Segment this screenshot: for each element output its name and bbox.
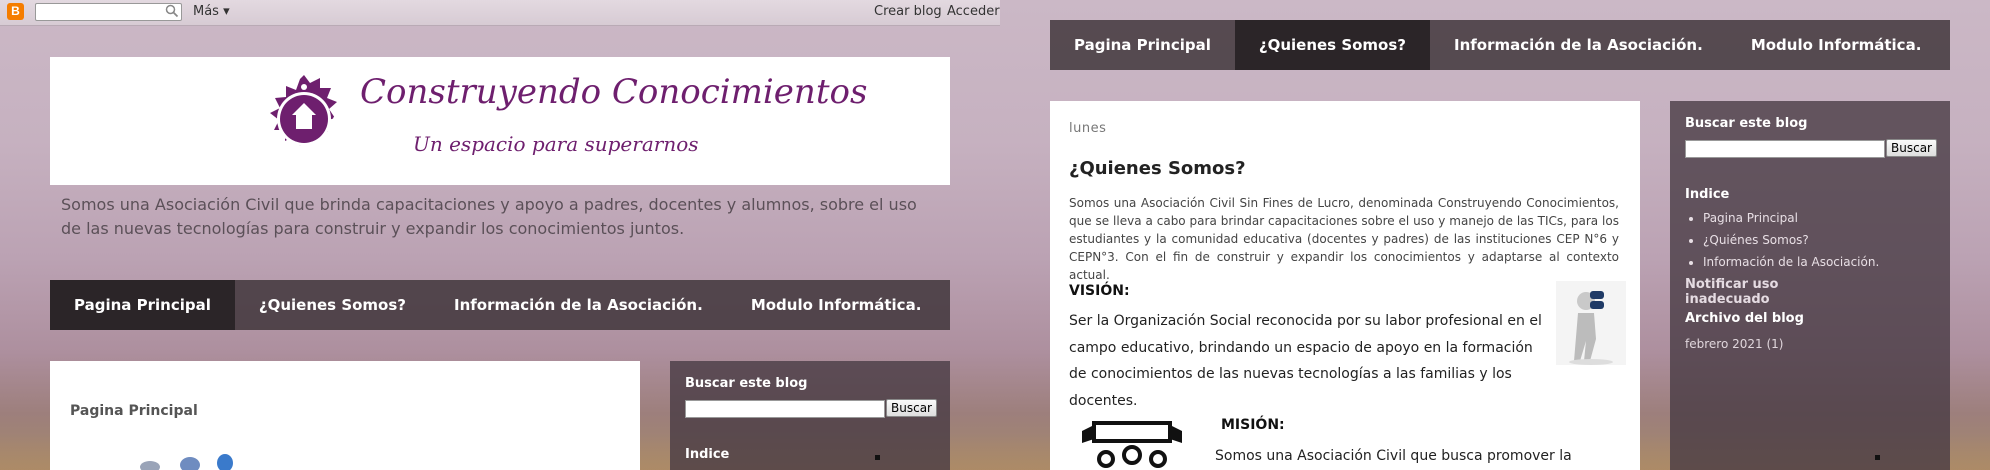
- index-item-informacion[interactable]: Información de la Asociación.: [1703, 251, 1879, 273]
- search-widget-title: Buscar este blog: [1685, 116, 1808, 131]
- search-icon[interactable]: [165, 4, 179, 18]
- blog-header-banner[interactable]: Construyendo Conocimientos Un espacio pa…: [50, 57, 950, 185]
- post-title[interactable]: ¿Quienes Somos?: [1069, 158, 1246, 179]
- vision-text: Ser la Organización Social reconocida po…: [1069, 313, 1542, 409]
- widget-edit-icon[interactable]: [875, 455, 880, 460]
- archive-item[interactable]: febrero 2021 (1): [1685, 337, 1783, 351]
- mission-heading: MISIÓN:: [1221, 417, 1285, 433]
- tab-quienes-somos[interactable]: ¿Quienes Somos?: [1234, 20, 1430, 70]
- vision-heading: VISIÓN:: [1069, 283, 1130, 299]
- blog-description: Somos una Asociación Civil que brinda ca…: [61, 195, 917, 238]
- tab-quienes-somos[interactable]: ¿Quienes Somos?: [235, 280, 430, 330]
- mission-text: Somos una Asociación Civil que busca pro…: [1215, 448, 1572, 464]
- binoculars-figure-image: [1556, 281, 1626, 365]
- tab-informacion-asociacion[interactable]: Información de la Asociación.: [1430, 20, 1727, 70]
- index-list: Pagina Principal ¿Quiénes Somos? Informa…: [1687, 207, 1879, 273]
- report-abuse-title[interactable]: Notificar uso inadecuado: [1685, 277, 1835, 307]
- tab-modulo-informatica[interactable]: Modulo Informática.: [727, 280, 946, 330]
- navbar-search-input[interactable]: [35, 3, 182, 21]
- create-blog-link[interactable]: Crear blog: [874, 4, 942, 19]
- search-button[interactable]: Buscar: [1886, 139, 1937, 157]
- archive-title: Archivo del blog: [1685, 311, 1804, 326]
- index-title: Indice: [685, 447, 730, 462]
- tab-pagina-principal[interactable]: Pagina Principal: [1050, 20, 1235, 70]
- widget-edit-icon[interactable]: [1875, 455, 1880, 460]
- blog-search-input[interactable]: [1685, 140, 1885, 158]
- blog-title: Construyendo Conocimientos: [360, 72, 867, 112]
- more-menu[interactable]: Más ▾: [193, 4, 230, 19]
- main-post-area: Pagina Principal: [50, 361, 640, 470]
- tab-informacion-asociacion[interactable]: Información de la Asociación.: [430, 280, 727, 330]
- sign-in-link[interactable]: Acceder: [947, 4, 1000, 19]
- blog-subtitle: Un espacio para superarnos: [413, 132, 699, 156]
- left-blog-pane: B Más ▾ Crear blog Acceder Construyendo …: [0, 0, 1000, 470]
- blogger-logo-icon[interactable]: B: [7, 3, 24, 20]
- index-title: Indice: [1685, 187, 1730, 202]
- mission-team-icon: [1082, 421, 1182, 468]
- search-button[interactable]: Buscar: [886, 399, 937, 417]
- index-item-pagina-principal[interactable]: Pagina Principal: [1703, 207, 1879, 229]
- post-intro: Somos una Asociación Civil Sin Fines de …: [1069, 196, 1619, 282]
- blogger-navbar: B Más ▾ Crear blog Acceder: [0, 0, 1000, 26]
- post-date: lunes: [1069, 121, 1107, 136]
- blog-logo: Construyendo Conocimientos Un espacio pa…: [269, 72, 867, 156]
- post-image: [140, 454, 233, 470]
- right-blog-pane: Pagina Principal ¿Quienes Somos? Informa…: [1000, 0, 1990, 470]
- tab-pagina-principal[interactable]: Pagina Principal: [50, 280, 235, 330]
- right-sidebar: Buscar este blog Buscar Indice Pagina Pr…: [1670, 101, 1950, 470]
- left-sidebar: Buscar este blog Buscar Indice: [670, 361, 950, 470]
- search-widget-title: Buscar este blog: [685, 376, 808, 391]
- index-item-quienes-somos[interactable]: ¿Quiénes Somos?: [1703, 229, 1879, 251]
- page-title: Pagina Principal: [70, 403, 198, 419]
- blog-search-input[interactable]: [685, 400, 885, 418]
- main-tabs: Pagina Principal ¿Quienes Somos? Informa…: [1050, 20, 1950, 70]
- tab-modulo-informatica[interactable]: Modulo Informática.: [1727, 20, 1946, 70]
- post-area: lunes ¿Quienes Somos? Somos una Asociaci…: [1050, 101, 1640, 470]
- main-tabs: Pagina Principal ¿Quienes Somos? Informa…: [50, 280, 950, 330]
